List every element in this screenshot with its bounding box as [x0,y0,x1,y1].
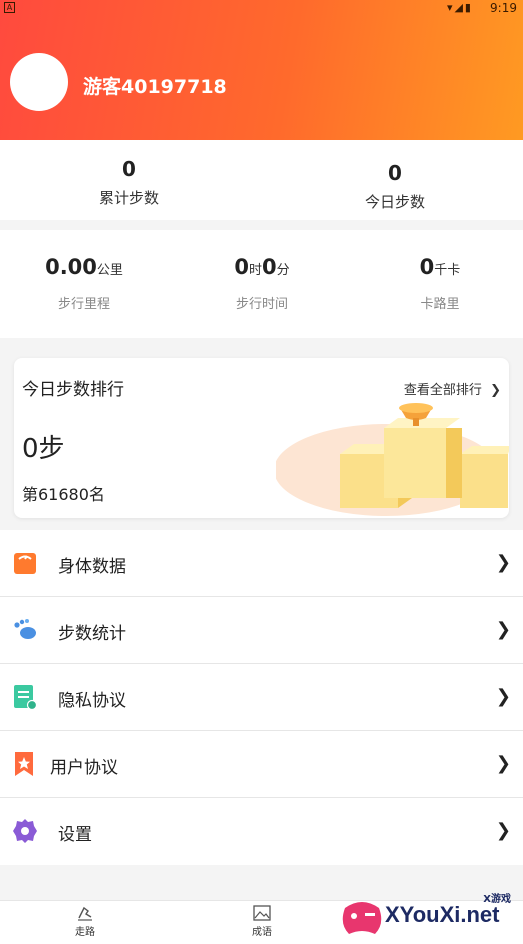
walk-hours-value: 0 [234,255,249,279]
watermark-brand: XYouXi.net [385,902,500,927]
menu-item-privacy-policy-label: 隐私协议 [58,691,126,711]
site-watermark: XYouXi.net X游戏 [337,888,517,942]
ranking-steps: 0步 [22,434,65,464]
menu-item-settings[interactable]: 设置 ❯ [0,798,523,865]
username: 游客40197718 [83,76,227,98]
walk-hours-unit: 时 [248,263,262,278]
walk-icon [78,906,92,921]
calories-stat: 0千卡 卡路里 [370,255,510,312]
status-time: 9:19 [490,1,517,15]
menu-item-step-stats[interactable]: 步数统计 ❯ [0,597,523,664]
distance-value: 0.00 [45,255,97,279]
status-bar: A ▾◢▮ 9:19 [0,0,523,16]
total-steps-stat: 0 累计步数 [88,157,170,208]
chevron-right-icon: ❯ [495,686,511,707]
avatar[interactable] [10,53,68,111]
total-steps-value: 0 [122,157,136,181]
distance-unit: 公里 [96,263,123,278]
nav-tab-walk-label: 走路 [75,927,95,938]
today-steps-stat: 0 今日步数 [354,161,436,212]
nav-tab-idioms[interactable]: 成语 [232,905,292,938]
walk-time-label: 步行时间 [235,297,288,312]
activity-metrics-card: 0.00公里 步行里程 0时0分 步行时间 0千卡 卡路里 [0,230,523,338]
gamepad-logo-icon [342,902,382,934]
menu-item-privacy-policy[interactable]: 隐私协议 ❯ [0,664,523,731]
daily-ranking-card[interactable]: 今日步数排行 查看全部排行 ❯ 0步 第61680名 [14,358,509,518]
menu-item-user-agreement-label: 用户协议 [50,758,118,778]
settings-menu: 身体数据 ❯ 步数统计 ❯ 隐私协议 ❯ 用户协议 ❯ 设置 ❯ [0,530,523,865]
distance-label: 步行里程 [57,297,110,312]
ranking-title: 今日步数排行 [22,380,124,400]
calories-label: 卡路里 [420,297,460,312]
nav-tab-walk[interactable]: 走路 [55,905,115,938]
watermark-small-text: X游戏 [483,894,511,905]
profile-header: A ▾◢▮ 9:19 游客40197718 [0,0,523,140]
chevron-right-icon: ❯ [495,753,511,774]
image-icon [253,905,271,921]
today-steps-value: 0 [388,161,402,185]
menu-item-step-stats-label: 步数统计 [58,624,126,644]
ranking-position: 第61680名 [22,485,105,504]
chevron-right-icon: ❯ [495,619,511,640]
gear-icon [13,819,37,843]
walk-minutes-unit: 分 [276,263,290,278]
chevron-right-icon: ❯ [495,820,511,841]
total-steps-label: 累计步数 [98,189,159,207]
today-steps-label: 今日步数 [364,193,425,211]
notification-app-icon: A [4,2,15,13]
document-icon [14,685,38,710]
status-icons: ▾◢▮ [446,1,473,14]
walk-time-stat: 0时0分 步行时间 [192,255,332,312]
menu-item-body-data[interactable]: 身体数据 ❯ [0,530,523,597]
menu-item-settings-label: 设置 [58,825,92,845]
podium-trophy-icon [276,403,509,516]
chevron-right-icon: ❯ [495,552,511,573]
nav-tab-idioms-label: 成语 [252,927,272,938]
scale-icon [14,553,36,574]
menu-item-body-data-label: 身体数据 [58,557,126,577]
bookmark-star-icon [15,752,33,776]
calories-value: 0 [419,255,435,279]
footprint-icon [14,619,36,639]
walk-minutes-value: 0 [262,255,277,279]
distance-stat: 0.00公里 步行里程 [14,255,154,312]
calories-unit: 千卡 [434,263,461,278]
menu-item-user-agreement[interactable]: 用户协议 ❯ [0,731,523,798]
steps-summary-card: 0 累计步数 0 今日步数 [0,140,523,220]
